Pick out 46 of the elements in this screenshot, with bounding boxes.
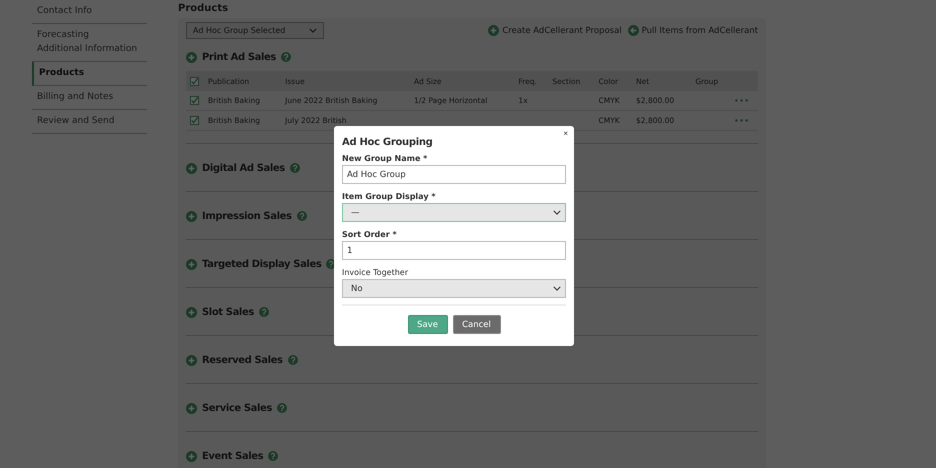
add-icon[interactable] (186, 52, 197, 62)
sidebar-item[interactable]: Forecasting Additional Information (32, 24, 147, 62)
checkbox[interactable] (190, 116, 199, 125)
section-title: Reserved Sales (202, 354, 283, 366)
add-icon[interactable] (186, 450, 197, 462)
section-title: Print Ad Sales (202, 52, 276, 62)
field-label: New Group Name * (342, 154, 428, 163)
back-arrow-icon[interactable] (628, 25, 639, 36)
chevron-down-icon (553, 210, 561, 215)
add-icon[interactable] (186, 162, 197, 174)
section-title: Slot Sales (202, 306, 254, 318)
dialog-title: Ad Hoc Grouping (342, 137, 434, 148)
cancel-button[interactable]: Cancel (452, 315, 500, 334)
section-title: Event Sales (202, 450, 264, 462)
action-link[interactable]: Create AdCellerant Proposal (488, 25, 622, 36)
add-icon[interactable] (186, 402, 197, 414)
add-icon[interactable] (488, 25, 500, 36)
page-title: Products (178, 2, 230, 16)
group-select[interactable]: Ad Hoc Group Selected (186, 22, 324, 39)
checkbox[interactable] (190, 76, 199, 86)
add-icon[interactable] (186, 306, 197, 318)
chevron-down-icon (553, 286, 561, 291)
save-button[interactable]: Save (408, 315, 448, 334)
field-label: Item Group Display * (342, 192, 437, 201)
field-label: Sort Order * (342, 230, 398, 239)
section-title: Targeted Display Sales (202, 258, 322, 270)
sidebar-item[interactable]: Review and Send (32, 110, 147, 134)
more-icon[interactable] (734, 119, 748, 122)
select-field[interactable]: No (342, 279, 566, 298)
section-title: Impression Sales (202, 210, 292, 222)
more-icon[interactable] (734, 99, 748, 102)
input-field[interactable]: 1 (342, 241, 566, 260)
action-link[interactable]: Pull Items from AdCellerant (628, 25, 758, 36)
select-field[interactable]: — (342, 203, 566, 222)
sidebar-item[interactable]: Products (32, 62, 147, 86)
sidebar-item[interactable]: Contact Info (32, 0, 147, 24)
checkbox[interactable] (190, 96, 199, 105)
chevron-down-icon (309, 28, 317, 33)
add-icon[interactable] (186, 210, 197, 222)
add-icon[interactable] (186, 258, 197, 270)
field-label: Invoice Together (342, 268, 409, 277)
add-icon[interactable] (186, 354, 197, 366)
input-field[interactable]: Ad Hoc Group (342, 165, 566, 184)
sidebar-item[interactable]: Billing and Notes (32, 86, 147, 110)
section-title: Digital Ad Sales (202, 162, 285, 174)
section-title: Service Sales (202, 402, 272, 414)
